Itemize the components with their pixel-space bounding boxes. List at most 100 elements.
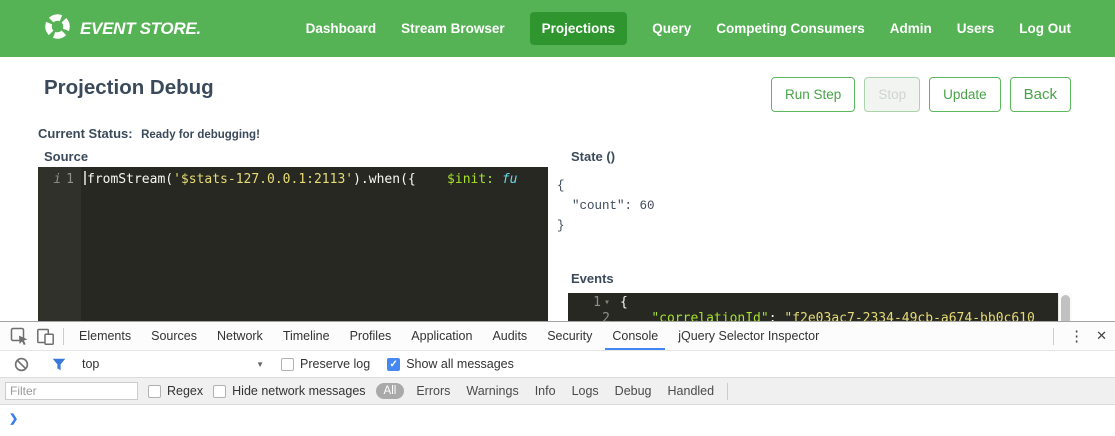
level-errors[interactable]: Errors — [416, 384, 450, 398]
status-value: Ready for debugging! — [141, 129, 260, 141]
navbar: EVENT STORE. Dashboard Stream Browser Proj… — [0, 0, 1115, 57]
nav-projections[interactable]: Projections — [530, 12, 628, 45]
devtools-panel: ElementsSourcesNetworkTimelineProfilesAp… — [0, 321, 1115, 436]
code-token: '$stats-127.0.0.1:2113' — [173, 172, 353, 187]
text-cursor — [84, 171, 86, 185]
events-gutter: 1 ▾ — [568, 295, 614, 311]
preserve-log-label: Preserve log — [300, 357, 370, 371]
events-panel-label: Events — [571, 271, 614, 286]
context-selected-value: top — [82, 357, 99, 371]
check-icon: ✓ — [388, 359, 399, 371]
devtools-tabbar-right: ⋮ ✕ — [1048, 327, 1115, 345]
nav-users[interactable]: Users — [957, 21, 995, 36]
tab-application[interactable]: Application — [404, 322, 479, 350]
regex-checkbox[interactable]: Regex — [148, 384, 203, 398]
checkbox-checked[interactable]: ✓ — [387, 358, 400, 371]
nav-items: Dashboard Stream Browser Projections Query C… — [306, 12, 1071, 45]
main-content: Projection Debug Run Step Stop Update Ba… — [0, 57, 1115, 321]
hide-network-messages-label: Hide network messages — [232, 384, 365, 398]
nav-dashboard[interactable]: Dashboard — [306, 21, 377, 36]
tab-console[interactable]: Console — [605, 322, 665, 350]
inspect-element-icon[interactable] — [6, 323, 32, 349]
execution-context-select[interactable]: top ▼ — [82, 357, 264, 371]
level-logs[interactable]: Logs — [572, 384, 599, 398]
nav-query[interactable]: Query — [652, 21, 691, 36]
code-token — [416, 172, 447, 187]
nav-log-out[interactable]: Log Out — [1019, 21, 1071, 36]
tab-elements[interactable]: Elements — [72, 322, 138, 350]
back-button[interactable]: Back — [1010, 77, 1071, 112]
filter-funnel-icon[interactable] — [46, 351, 72, 377]
level-debug[interactable]: Debug — [615, 384, 652, 398]
tab-jquery-selector-inspector[interactable]: jQuery Selector Inspector — [671, 322, 826, 350]
action-buttons: Run Step Stop Update Back — [771, 77, 1071, 112]
tab-timeline[interactable]: Timeline — [276, 322, 337, 350]
separator — [63, 328, 64, 345]
run-step-button[interactable]: Run Step — [771, 77, 855, 112]
checkbox-unchecked[interactable] — [213, 385, 226, 398]
preserve-log-checkbox[interactable]: Preserve log — [281, 357, 370, 371]
code-token: ).when({ — [353, 172, 416, 187]
code-token: : — [769, 311, 785, 321]
events-line-text: "correlationId": "f2e03ac7-2334-49cb-a67… — [620, 311, 1035, 321]
status-label: Current Status: — [38, 126, 133, 141]
console-filter-levels: All Errors Warnings Info Logs Debug Handled — [366, 383, 723, 399]
show-all-messages-checkbox[interactable]: ✓ Show all messages — [387, 357, 514, 371]
tab-profiles[interactable]: Profiles — [343, 322, 399, 350]
events-scrollbar[interactable] — [1058, 293, 1072, 321]
code-token — [494, 172, 502, 187]
events-code-editor[interactable]: 1 ▾ { 2 "correlationId": "f2e03ac7-2334-… — [568, 293, 1058, 321]
events-line: 1 ▾ { — [568, 295, 1058, 311]
filter-input[interactable] — [5, 382, 138, 400]
events-gutter: 2 — [568, 311, 614, 321]
line-number: 2 — [602, 311, 610, 321]
source-panel-label: Source — [44, 149, 88, 164]
separator — [727, 383, 728, 400]
stop-button: Stop — [864, 77, 920, 112]
code-token: $init: — [447, 172, 494, 187]
separator — [1053, 328, 1054, 345]
tab-network[interactable]: Network — [210, 322, 270, 350]
tab-sources[interactable]: Sources — [144, 322, 204, 350]
clear-console-icon[interactable] — [8, 351, 34, 377]
update-button[interactable]: Update — [929, 77, 1001, 112]
hide-network-messages-checkbox[interactable]: Hide network messages — [213, 384, 365, 398]
level-warnings[interactable]: Warnings — [466, 384, 518, 398]
devtools-menu-icon[interactable]: ⋮ — [1059, 327, 1094, 345]
fold-arrow-icon[interactable]: ▾ — [604, 295, 610, 311]
scrollbar-thumb[interactable] — [1061, 295, 1070, 321]
nav-competing-consumers[interactable]: Competing Consumers — [716, 21, 865, 36]
source-code-line: fromStream('$stats-127.0.0.1:2113').when… — [81, 167, 548, 321]
events-line-text: { — [620, 295, 628, 311]
event-store-brand[interactable]: EVENT STORE. — [44, 13, 201, 45]
show-all-messages-label: Show all messages — [406, 357, 514, 371]
code-token: "f2e03ac7-2334-49cb-a674-bb0c610 — [784, 311, 1034, 321]
nav-stream-browser[interactable]: Stream Browser — [401, 21, 505, 36]
prompt-chevron-icon: ❯ — [9, 413, 18, 425]
chevron-down-icon: ▼ — [256, 360, 264, 369]
source-code-editor[interactable]: i1 fromStream('$stats-127.0.0.1:2113').w… — [38, 167, 548, 321]
tab-audits[interactable]: Audits — [485, 322, 534, 350]
nav-admin[interactable]: Admin — [890, 21, 932, 36]
code-token: fromStream( — [87, 172, 173, 187]
code-token: "correlationId" — [651, 311, 768, 321]
level-handled[interactable]: Handled — [668, 384, 715, 398]
tab-security[interactable]: Security — [540, 322, 599, 350]
checkbox-unchecked[interactable] — [148, 385, 161, 398]
level-all[interactable]: All — [376, 383, 405, 399]
checkbox-unchecked[interactable] — [281, 358, 294, 371]
level-info[interactable]: Info — [535, 384, 556, 398]
devtools-close-icon[interactable]: ✕ — [1094, 328, 1113, 344]
app-root: EVENT STORE. Dashboard Stream Browser Proj… — [0, 0, 1115, 436]
device-toolbar-icon[interactable] — [32, 323, 58, 349]
line-number: 1 — [593, 295, 601, 311]
annotation-info-icon: i — [53, 172, 61, 187]
source-tokens: fromStream('$stats-127.0.0.1:2113').when… — [87, 172, 518, 187]
source-editor-gutter: i1 — [38, 167, 81, 321]
state-json: { "count": 60 } — [557, 176, 655, 236]
events-line: 2 "correlationId": "f2e03ac7-2334-49cb-a… — [568, 311, 1058, 321]
brand-title: EVENT STORE. — [80, 19, 201, 39]
events-tokens: "correlationId": "f2e03ac7-2334-49cb-a67… — [620, 311, 1035, 321]
line-number: 1 — [66, 172, 74, 187]
console-prompt[interactable]: ❯ — [0, 405, 1115, 436]
